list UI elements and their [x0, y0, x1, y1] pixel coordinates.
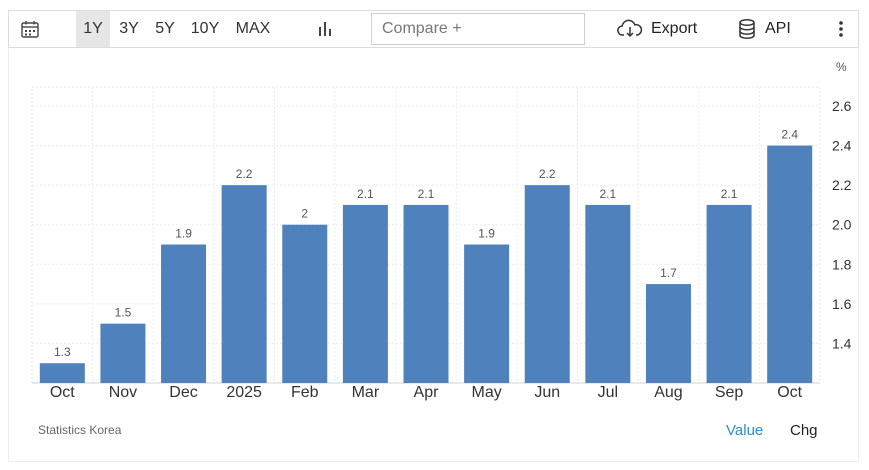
y-tick-label: 2.4 — [832, 138, 852, 154]
bar-value-label: 1.9 — [175, 227, 192, 241]
bar — [464, 244, 510, 383]
x-tick-label: Apr — [414, 384, 440, 401]
x-tick-label: Sep — [715, 384, 744, 401]
y-tick-label: 2.0 — [832, 217, 852, 233]
bar-chart: 1.4 1.6 1.8 2.0 2.2 2.4 2.6 1.3 Oct 1.5 Nov 1.9 Dec 2… — [31, 86, 852, 401]
bar-value-label: 2.2 — [539, 167, 556, 181]
bar-value-label: 2.1 — [418, 187, 435, 201]
y-tick-label: 1.4 — [832, 335, 852, 351]
bar-value-label: 2 — [301, 207, 308, 221]
x-tick-label: Mar — [352, 384, 380, 401]
bar-value-label: 2.2 — [236, 167, 253, 181]
x-tick-label: Jun — [534, 384, 560, 401]
x-tick-label: Feb — [291, 384, 319, 401]
x-tick-label: Jul — [598, 384, 618, 401]
bar-value-label: 2.4 — [781, 128, 798, 142]
bar — [585, 204, 631, 383]
bar-value-label: 1.5 — [115, 306, 132, 320]
value-toggle[interactable]: Value — [726, 422, 763, 439]
bar-value-label: 1.9 — [478, 227, 495, 241]
x-tick-label: Aug — [654, 384, 682, 401]
bar — [767, 145, 813, 383]
source-label: Statistics Korea — [38, 423, 122, 437]
x-tick-label: Oct — [50, 384, 75, 401]
x-tick-label: Nov — [109, 384, 137, 401]
bar — [706, 204, 752, 383]
y-tick-label: 2.6 — [832, 98, 852, 114]
y-tick-label: 1.6 — [832, 296, 852, 312]
bar — [342, 204, 388, 383]
bar-value-label: 2.1 — [357, 187, 374, 201]
bar — [39, 363, 85, 383]
bar — [524, 185, 570, 383]
bar-value-label: 2.1 — [721, 187, 738, 201]
bar — [645, 284, 691, 383]
bar — [282, 224, 328, 383]
bar-value-label: 1.7 — [660, 266, 677, 280]
bar-value-label: 1.3 — [54, 345, 71, 359]
bar — [161, 244, 207, 383]
x-tick-label: Dec — [169, 384, 197, 401]
x-tick-label: Oct — [777, 384, 802, 401]
bar-value-label: 2.1 — [600, 187, 617, 201]
y-tick-label: 1.8 — [832, 256, 852, 272]
bar — [221, 185, 267, 383]
chg-toggle[interactable]: Chg — [790, 422, 818, 439]
y-tick-label: 2.2 — [832, 177, 852, 193]
bar — [403, 204, 449, 383]
x-tick-label: May — [471, 384, 501, 401]
bar — [100, 323, 146, 383]
x-tick-label: 2025 — [226, 384, 262, 401]
